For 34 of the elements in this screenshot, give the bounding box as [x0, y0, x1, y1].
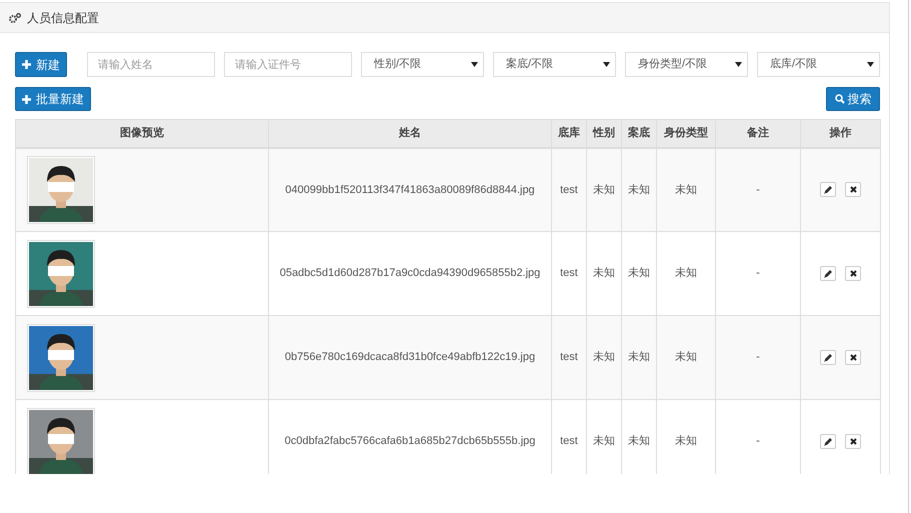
delete-button[interactable]	[845, 266, 861, 281]
close-icon	[850, 438, 856, 445]
dropdown-select[interactable]: 案底/不限	[493, 52, 616, 77]
text-field[interactable]: 请输入姓名	[87, 52, 215, 77]
batch-new-button[interactable]: 批量新建	[15, 87, 91, 111]
text-field[interactable]: 请输入证件号	[224, 52, 352, 77]
delete-button[interactable]	[845, 350, 861, 365]
pencil-icon	[824, 438, 832, 446]
dropdown-select[interactable]: 性别/不限	[361, 52, 484, 77]
delete-button[interactable]	[845, 182, 861, 198]
caret-icon	[867, 62, 874, 67]
caret-icon	[603, 62, 610, 67]
dropdown-select[interactable]: 底库/不限	[757, 52, 880, 77]
edit-button[interactable]	[820, 434, 836, 449]
edit-button[interactable]	[820, 182, 836, 198]
edit-button[interactable]	[820, 266, 836, 281]
pencil-icon	[824, 186, 832, 194]
pencil-icon	[824, 354, 832, 362]
caret-icon	[735, 62, 742, 67]
panel-title: 人员信息配置	[27, 10, 99, 26]
new-button[interactable]: 新建	[15, 52, 67, 77]
plus-icon	[22, 94, 31, 104]
close-icon	[850, 186, 856, 194]
dropdown-select[interactable]: 身份类型/不限	[625, 52, 748, 77]
close-icon	[850, 270, 856, 277]
plus-icon	[22, 60, 31, 69]
close-icon	[850, 354, 856, 361]
caret-icon	[471, 62, 478, 67]
edit-button[interactable]	[820, 350, 836, 365]
search-button[interactable]: 搜索	[826, 87, 880, 111]
gears-icon	[9, 12, 21, 22]
search-icon	[834, 94, 844, 104]
delete-button[interactable]	[845, 434, 861, 449]
pencil-icon	[824, 270, 832, 278]
